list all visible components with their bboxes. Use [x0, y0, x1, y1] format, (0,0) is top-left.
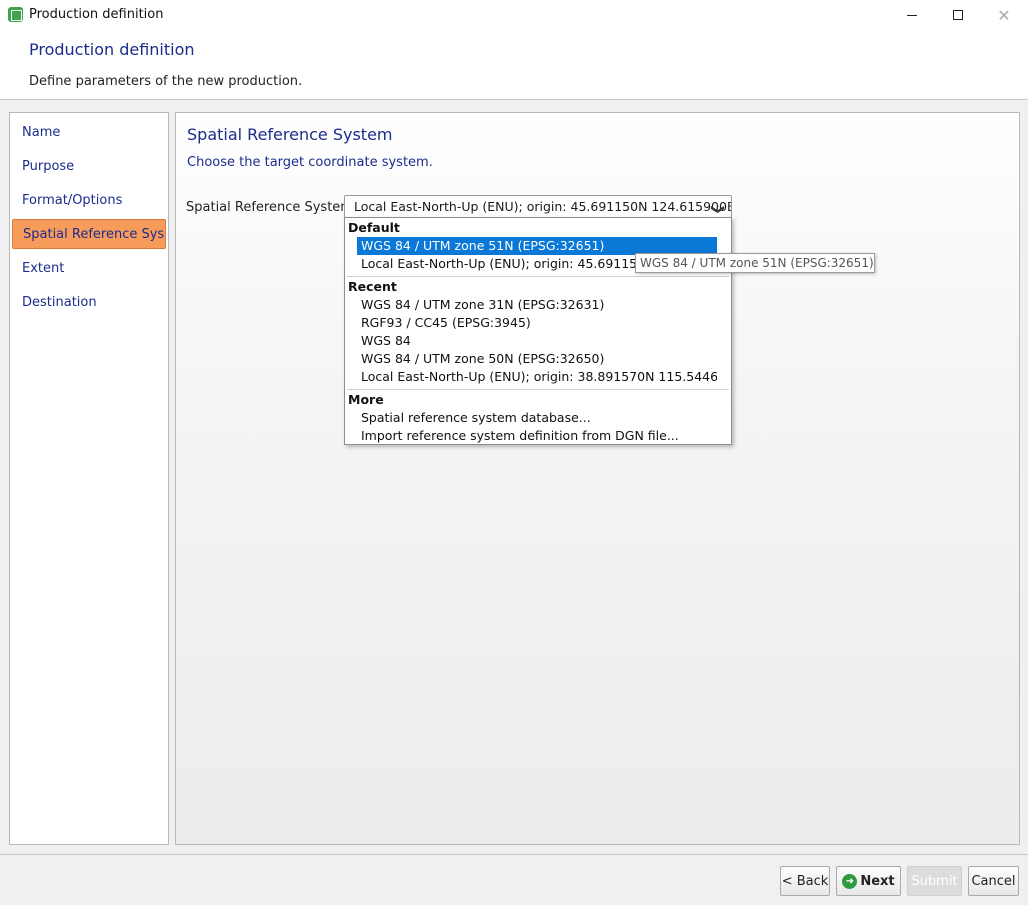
cancel-button[interactable]: Cancel — [968, 866, 1019, 896]
nav-item-name[interactable]: Name — [12, 118, 166, 148]
section-title: Spatial Reference System — [187, 125, 393, 144]
wizard-nav: Name Purpose Format/Options Spatial Refe… — [9, 112, 169, 845]
title-bar: Production definition ✕ — [0, 0, 1028, 30]
dropdown-group-default: Default — [348, 220, 400, 235]
dropdown-item[interactable]: WGS 84 / UTM zone 50N (EPSG:32650) — [357, 350, 717, 368]
close-button[interactable]: ✕ — [981, 0, 1027, 30]
maximize-button[interactable] — [935, 0, 981, 30]
next-button[interactable]: ➜ Next — [836, 866, 901, 896]
arrow-right-icon: ➜ — [842, 873, 858, 889]
close-icon: ✕ — [997, 5, 1011, 25]
chevron-down-icon: ❯ — [710, 204, 726, 215]
srs-label: Spatial Reference System: — [186, 200, 358, 215]
srs-combobox[interactable]: Local East-North-Up (ENU); origin: 45.69… — [344, 195, 732, 218]
minimize-icon — [907, 14, 917, 16]
item-tooltip: WGS 84 / UTM zone 51N (EPSG:32651) — [635, 253, 875, 273]
section-subtitle: Choose the target coordinate system. — [187, 155, 433, 170]
dropdown-item[interactable]: RGF93 / CC45 (EPSG:3945) — [357, 314, 717, 332]
back-button[interactable]: < Back — [780, 866, 830, 896]
nav-item-spatial-reference-system[interactable]: Spatial Reference Sys... — [12, 219, 166, 249]
app-icon — [8, 7, 23, 22]
dropdown-separator — [347, 389, 729, 390]
page-subtitle: Define parameters of the new production. — [29, 74, 303, 89]
dropdown-item[interactable]: Spatial reference system database... — [357, 409, 717, 427]
window-title: Production definition — [29, 7, 164, 22]
next-button-label: Next — [860, 873, 895, 889]
wizard-header: Production definition Define parameters … — [0, 30, 1028, 100]
submit-button[interactable]: Submit — [907, 866, 962, 896]
nav-item-destination[interactable]: Destination — [12, 288, 166, 318]
maximize-icon — [953, 10, 963, 20]
dropdown-separator — [347, 276, 729, 277]
srs-combobox-value: Local East-North-Up (ENU); origin: 45.69… — [354, 199, 732, 214]
dropdown-item[interactable]: WGS 84 — [357, 332, 717, 350]
nav-item-format-options[interactable]: Format/Options — [12, 186, 166, 216]
srs-dropdown-list: Default WGS 84 / UTM zone 51N (EPSG:3265… — [344, 217, 732, 445]
nav-item-purpose[interactable]: Purpose — [12, 152, 166, 182]
dropdown-item[interactable]: Import reference system definition from … — [357, 427, 717, 445]
page-title: Production definition — [29, 40, 195, 59]
dropdown-group-more: More — [348, 392, 384, 407]
dropdown-item[interactable]: Local East-North-Up (ENU); origin: 38.89… — [357, 368, 717, 386]
minimize-button[interactable] — [889, 0, 935, 30]
dropdown-group-recent: Recent — [348, 279, 397, 294]
nav-item-extent[interactable]: Extent — [12, 254, 166, 284]
dropdown-item[interactable]: WGS 84 / UTM zone 31N (EPSG:32631) — [357, 296, 717, 314]
